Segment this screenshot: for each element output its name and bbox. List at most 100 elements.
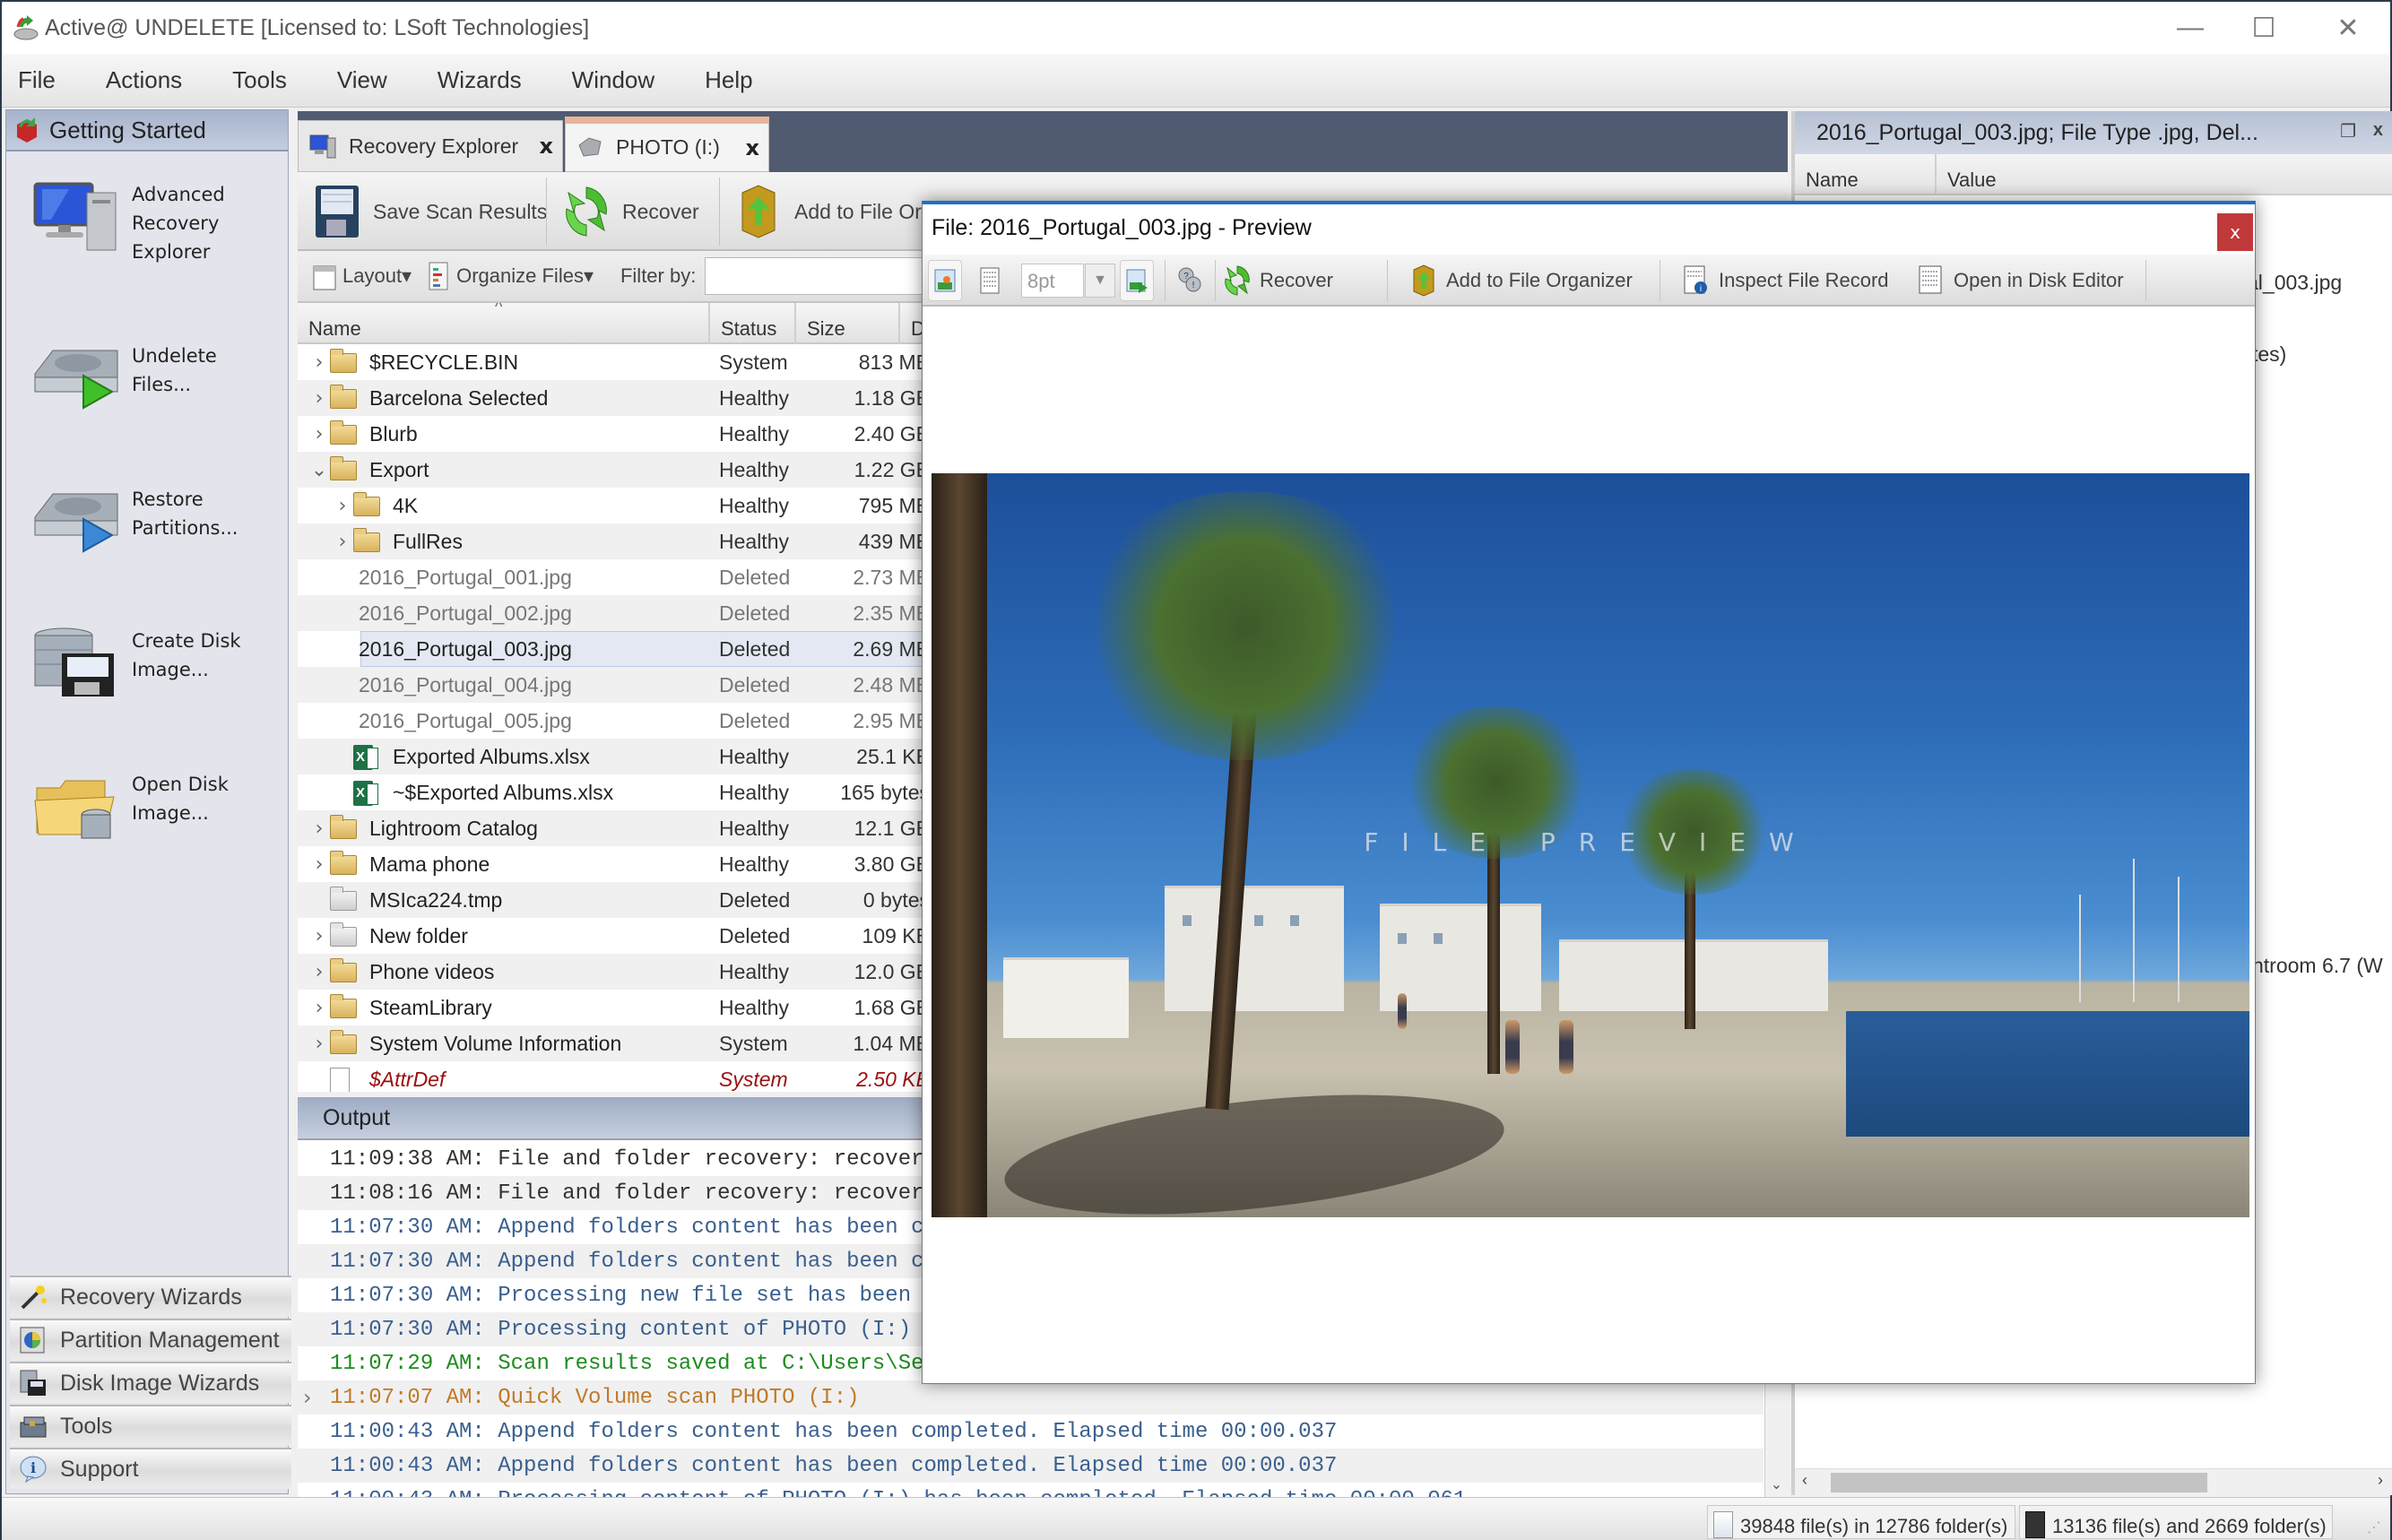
fit-image-toggle[interactable] [1120, 260, 1154, 301]
expand-chevron-icon[interactable]: › [310, 925, 328, 947]
expand-chevron-icon[interactable]: › [310, 818, 328, 840]
info-icon: i [19, 1455, 48, 1484]
resize-grip-icon[interactable]: ⋰ [2367, 1518, 2381, 1536]
expand-chevron-icon[interactable]: › [334, 495, 351, 517]
column-header-size[interactable]: Size [796, 303, 900, 344]
nav-partition-management[interactable]: Partition Management [10, 1319, 291, 1360]
layout-dropdown[interactable]: Layout▾ [312, 261, 412, 291]
deleted-folder-icon [330, 922, 357, 947]
tab-recovery-explorer[interactable]: Recovery Explorer x [298, 120, 563, 172]
toolbar-separator [546, 177, 547, 246]
scroll-left-icon[interactable]: ‹ [1802, 1471, 1807, 1490]
restore-window-icon[interactable]: ❐ [2340, 120, 2356, 143]
nav-disk-image-wizards[interactable]: Disk Image Wizards [10, 1362, 291, 1403]
scroll-right-icon[interactable]: › [2378, 1471, 2383, 1490]
file-name: $RECYCLE.BIN [369, 350, 519, 374]
close-panel-icon[interactable]: x [2373, 120, 2383, 141]
menu-file[interactable]: File [18, 66, 56, 94]
recycle-icon [1224, 264, 1251, 297]
expand-chevron-icon[interactable]: › [334, 531, 351, 553]
font-size-input[interactable]: 8pt [1021, 264, 1084, 298]
menu-help[interactable]: Help [705, 66, 752, 94]
photo-preview-image: FILE PREVIEW [932, 473, 2249, 1217]
expand-chevron-icon[interactable]: › [310, 387, 328, 410]
file-size: 2.50 KB [856, 1067, 930, 1091]
folder-icon [330, 994, 357, 1018]
preview-add-to-organizer-button[interactable]: Add to File Organizer [1410, 260, 1633, 301]
save-scan-results-button[interactable]: Save Scan Results [314, 179, 547, 244]
column-header-name[interactable]: Name [1795, 154, 1937, 195]
folder-icon [353, 492, 380, 516]
open-in-disk-editor-button[interactable]: Open in Disk Editor [1918, 260, 2124, 301]
expand-chevron-icon[interactable]: › [310, 1033, 328, 1055]
nav-support[interactable]: i Support [10, 1448, 291, 1489]
text-view-toggle[interactable] [973, 260, 1007, 301]
preview-title: File: 2016_Portugal_003.jpg - Preview [932, 215, 1312, 240]
collapse-chevron-icon[interactable]: ⌄ [310, 459, 328, 481]
log-entry[interactable]: › 11:07:07 AM: Quick Volume scan PHOTO (I… [298, 1380, 1764, 1415]
font-size-dropdown[interactable]: ▼ [1085, 264, 1115, 298]
toolbar-separator [2145, 260, 2146, 301]
menu-actions[interactable]: Actions [106, 66, 182, 94]
log-entry[interactable]: 11:00:43 AM: Append folders content has … [298, 1415, 1764, 1449]
nav-tools[interactable]: Tools [10, 1405, 291, 1446]
document-icon [2025, 1511, 2045, 1538]
expand-chevron-icon[interactable]: › [310, 961, 328, 983]
chevron-down-icon: ▼ [1093, 273, 1107, 288]
organize-files-dropdown[interactable]: Organize Files▾ [426, 261, 594, 291]
column-header-value[interactable]: Value [1937, 154, 2392, 195]
column-header-status[interactable]: Status [710, 303, 796, 344]
expand-chevron-icon[interactable]: › [310, 997, 328, 1019]
preview-recover-button[interactable]: Recover [1224, 260, 1333, 301]
tab-close-icon[interactable]: x [540, 134, 553, 159]
recover-button[interactable]: Recover [563, 179, 699, 244]
image-view-toggle[interactable] [928, 260, 962, 301]
expand-chevron-icon[interactable]: › [310, 423, 328, 446]
expand-chevron-icon[interactable]: › [303, 1385, 312, 1410]
sidebar-item-create-disk-image[interactable]: Create Disk Image... [6, 627, 284, 698]
getting-started-sidebar: Getting Started Advanced Recovery Explor… [5, 109, 291, 1494]
app-window: Active@ UNDELETE [Licensed to: LSoft Tec… [0, 0, 2392, 1540]
sidebar-item-label: Advanced Recovery Explorer [132, 184, 225, 263]
preview-toolbar: 8pt ▼ ?! Recover Add to File Organizer i [923, 255, 2255, 307]
nav-label: Support [60, 1456, 139, 1482]
menu-wizards[interactable]: Wizards [438, 66, 522, 94]
menu-window[interactable]: Window [572, 66, 654, 94]
log-entry[interactable]: 11:00:43 AM: Append folders content has … [298, 1449, 1764, 1483]
boat-mast [2079, 895, 2081, 1002]
column-header-name[interactable]: Name [298, 303, 710, 344]
properties-button[interactable]: ?! [1175, 260, 1211, 301]
window-title: Active@ UNDELETE [Licensed to: LSoft Tec… [45, 14, 590, 40]
log-text: 11:07:30 AM: Append folders content has … [330, 1249, 924, 1274]
folder-icon [330, 456, 357, 480]
file-name: Lightroom Catalog [369, 816, 538, 840]
close-button[interactable]: ✕ [2308, 2, 2388, 54]
inspect-file-record-button[interactable]: i Inspect File Record [1683, 260, 1889, 301]
organizer-icon [1410, 264, 1437, 297]
disk-image-save-icon [33, 627, 119, 698]
menu-view[interactable]: View [337, 66, 387, 94]
nav-recovery-wizards[interactable]: Recovery Wizards [10, 1276, 291, 1317]
preview-close-button[interactable]: x [2217, 213, 2253, 251]
svg-text:!: ! [1192, 281, 1195, 290]
scroll-down-icon[interactable]: ⌄ [1765, 1475, 1788, 1493]
tab-photo-volume[interactable]: PHOTO (I:) x [565, 117, 769, 172]
file-size: 1.04 MB [853, 1031, 930, 1055]
sidebar-item-advanced-recovery-explorer[interactable]: Advanced Recovery Explorer [6, 180, 284, 266]
file-size: 813 MB [858, 350, 930, 374]
sidebar-item-open-disk-image[interactable]: Open Disk Image... [6, 770, 284, 842]
sidebar-item-restore-partitions[interactable]: Restore Partitions... [6, 485, 284, 557]
organize-files-icon [426, 261, 451, 291]
minimize-button[interactable]: — [2150, 2, 2231, 54]
maximize-button[interactable]: ☐ [2223, 2, 2304, 54]
expand-chevron-icon[interactable]: › [310, 351, 328, 374]
sidebar-header[interactable]: Getting Started [6, 110, 288, 151]
menu-tools[interactable]: Tools [232, 66, 287, 94]
excel-file-icon: X [353, 781, 378, 806]
boat-mast [2178, 877, 2180, 1002]
properties-horizontal-scrollbar[interactable]: ‹ › [1795, 1468, 2392, 1495]
sidebar-item-undelete-files[interactable]: Undelete Files... [6, 342, 284, 413]
tab-close-icon[interactable]: x [746, 135, 759, 160]
expand-chevron-icon[interactable]: › [310, 853, 328, 876]
scrollbar-thumb[interactable] [1831, 1473, 2207, 1492]
